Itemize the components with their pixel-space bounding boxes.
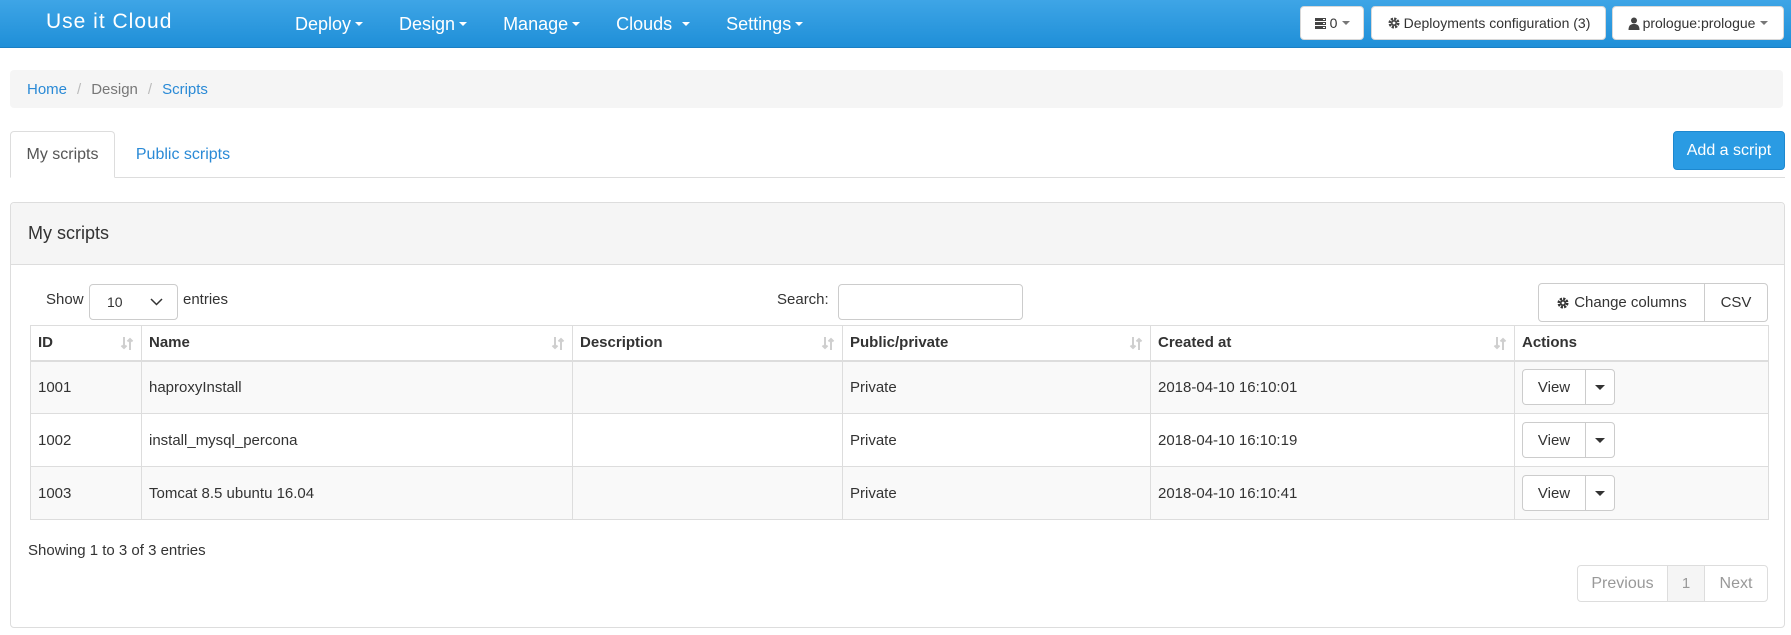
caret-down-icon: [1342, 21, 1351, 25]
table-header-row: ID Name Description Public/private Creat…: [30, 325, 1769, 362]
table-row: 1002 install_mysql_percona Private 2018-…: [30, 413, 1769, 467]
cell-name: install_mysql_percona: [141, 413, 573, 467]
caret-down-icon: [1595, 490, 1605, 496]
breadcrumb-design: Design: [91, 80, 138, 98]
column-header-label: ID: [38, 334, 53, 352]
cell-description: [572, 360, 843, 414]
column-header-public-private[interactable]: Public/private: [842, 325, 1151, 362]
column-header-created-at[interactable]: Created at: [1150, 325, 1515, 362]
add-script-button[interactable]: Add a script: [1673, 131, 1785, 170]
search-input[interactable]: [838, 284, 1023, 320]
row-action-group: View: [1522, 422, 1615, 458]
table-row: 1003 Tomcat 8.5 ubuntu 16.04 Private 201…: [30, 466, 1769, 520]
cell-id: 1002: [30, 413, 142, 467]
cell-description: [572, 466, 843, 520]
cell-actions: View: [1514, 466, 1769, 520]
column-header-label: Created at: [1158, 334, 1232, 352]
cell-actions: View: [1514, 413, 1769, 467]
row-actions-dropdown-toggle[interactable]: [1586, 476, 1614, 510]
pagination-previous[interactable]: Previous: [1578, 566, 1668, 601]
breadcrumb-home[interactable]: Home: [27, 81, 67, 98]
cell-visibility: Private: [842, 413, 1151, 467]
cell-id: 1001: [30, 360, 142, 414]
row-action-group: View: [1522, 475, 1615, 511]
column-header-label: Actions: [1522, 334, 1578, 352]
column-header-label: Public/private: [850, 334, 949, 352]
row-actions-dropdown-toggle[interactable]: [1586, 370, 1614, 404]
tab-public-scripts[interactable]: Public scripts: [128, 131, 238, 178]
column-header-id[interactable]: ID: [30, 325, 142, 362]
cell-actions: View: [1514, 360, 1769, 414]
sort-icon: [1129, 337, 1143, 350]
csv-export-button[interactable]: CSV: [1705, 284, 1767, 321]
sort-icon: [1493, 337, 1507, 350]
cell-name: haproxyInstall: [141, 360, 573, 414]
gear-icon: [1557, 297, 1569, 308]
row-action-group: View: [1522, 369, 1615, 406]
scripts-panel: My scripts Show 10 entries Search: Chang…: [10, 202, 1785, 628]
top-navbar: Use it Cloud Deploy Design Manage Clouds…: [0, 0, 1791, 48]
tabs-divider: [10, 177, 1785, 178]
scripts-table-wrapper: ID Name Description Public/private Creat…: [30, 325, 1769, 520]
column-header-label: Description: [580, 334, 663, 352]
table-info: Showing 1 to 3 of 3 entries: [28, 542, 206, 559]
view-button[interactable]: View: [1523, 423, 1586, 457]
deployments-configuration-label: Deployments configuration (3): [1403, 15, 1591, 31]
breadcrumb-separator: /: [147, 80, 153, 98]
caret-down-icon: [1760, 21, 1769, 25]
page-size-value: 10: [107, 294, 123, 310]
cell-created-at: 2018-04-10 16:10:01: [1150, 360, 1515, 414]
column-header-description[interactable]: Description: [572, 325, 843, 362]
view-button[interactable]: View: [1523, 476, 1586, 510]
breadcrumb: Home / Design / Scripts: [10, 70, 1783, 108]
page-size-select[interactable]: 10: [89, 284, 178, 320]
search-label: Search:: [777, 291, 829, 308]
deployments-configuration-button[interactable]: Deployments configuration (3): [1371, 6, 1606, 40]
cell-created-at: 2018-04-10 16:10:19: [1150, 413, 1515, 467]
cell-description: [572, 413, 843, 467]
caret-down-icon: [1595, 384, 1605, 390]
server-count: 0: [1329, 15, 1338, 31]
table-tools-group: Change columns CSV: [1538, 283, 1768, 322]
panel-heading: My scripts: [11, 203, 1784, 265]
tab-my-scripts[interactable]: My scripts: [10, 131, 115, 178]
scripts-table: ID Name Description Public/private Creat…: [30, 325, 1769, 520]
gear-icon: [1388, 17, 1400, 29]
user-menu-button[interactable]: prologue:prologue: [1612, 6, 1784, 40]
cell-visibility: Private: [842, 466, 1151, 520]
pagination: Previous 1 Next: [1577, 565, 1768, 602]
change-columns-button[interactable]: Change columns: [1539, 284, 1705, 321]
table-row: 1001 haproxyInstall Private 2018-04-10 1…: [30, 360, 1769, 414]
user-icon: [1628, 17, 1640, 30]
pagination-page-1[interactable]: 1: [1668, 566, 1705, 601]
user-label: prologue:prologue: [1642, 15, 1756, 31]
change-columns-label: Change columns: [1574, 294, 1687, 311]
navbar-right: 0 Deployments configuration (3) prologue…: [0, 6, 1791, 40]
sort-icon: [821, 337, 835, 350]
column-header-actions: Actions: [1514, 325, 1769, 362]
server-stack-icon: [1314, 17, 1326, 29]
breadcrumb-separator: /: [77, 80, 82, 98]
view-button[interactable]: View: [1523, 370, 1586, 405]
sort-icon: [120, 337, 134, 350]
panel-title: My scripts: [28, 223, 109, 243]
entries-label: entries: [183, 291, 229, 308]
sort-icon: [551, 337, 565, 350]
column-header-name[interactable]: Name: [141, 325, 573, 362]
breadcrumb-scripts[interactable]: Scripts: [162, 81, 208, 98]
column-header-label: Name: [149, 334, 190, 352]
caret-down-icon: [1595, 437, 1605, 443]
row-actions-dropdown-toggle[interactable]: [1586, 423, 1614, 457]
cell-id: 1003: [30, 466, 142, 520]
cell-visibility: Private: [842, 360, 1151, 414]
show-label: Show: [46, 291, 84, 308]
cell-created-at: 2018-04-10 16:10:41: [1150, 466, 1515, 520]
servers-dropdown-button[interactable]: 0: [1300, 6, 1364, 40]
chevron-down-icon: [150, 298, 163, 306]
cell-name: Tomcat 8.5 ubuntu 16.04: [141, 466, 573, 520]
pagination-next[interactable]: Next: [1705, 566, 1767, 601]
